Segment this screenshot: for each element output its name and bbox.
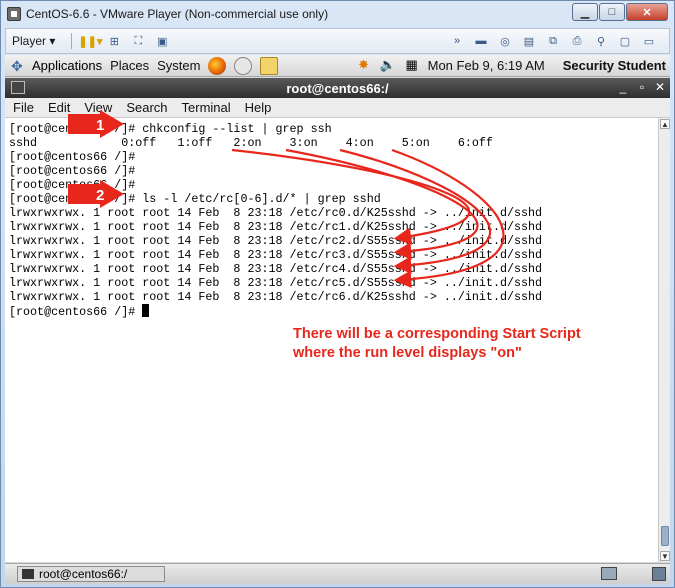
annotation-note: There will be a corresponding Start Scri…: [293, 325, 581, 363]
terminal-line: lrwxrwxrwx. 1 root root 14 Feb 8 23:18 /…: [9, 262, 543, 276]
terminal-line: lrwxrwxrwx. 1 root root 14 Feb 8 23:18 /…: [9, 290, 543, 304]
terminal-line: [root@centos66 /]#: [9, 150, 136, 164]
gnome-bottom-panel: root@centos66:/: [5, 563, 670, 584]
text-editor-icon[interactable]: [260, 56, 279, 75]
close-button[interactable]: ✕: [626, 3, 668, 21]
sound-device-icon[interactable]: ▢: [617, 34, 633, 48]
workspace-switcher-icon[interactable]: [652, 567, 666, 581]
terminal-line: [root@centos66 /]# ls -l /etc/rc[0-6].d/…: [9, 192, 381, 206]
terminal-icon: [22, 569, 34, 579]
gnome-top-panel: ✥ Applications Places System ✸ 🔈 ▦ Mon F…: [5, 55, 670, 77]
terminal-line: lrwxrwxrwx. 1 root root 14 Feb 8 23:18 /…: [9, 206, 543, 220]
send-ctrl-alt-del-icon[interactable]: ⊞: [106, 34, 122, 48]
system-menu[interactable]: System: [157, 58, 200, 73]
menu-file[interactable]: File: [13, 100, 34, 115]
gnome-foot-icon: ✥: [11, 57, 23, 74]
places-menu[interactable]: Places: [110, 58, 149, 73]
vmware-player-window: CentOS-6.6 - VMware Player (Non-commerci…: [0, 0, 675, 588]
clock[interactable]: Mon Feb 9, 6:19 AM: [428, 58, 545, 73]
terminal-line: [root@centos66 /]# chkconfig --list | gr…: [9, 122, 332, 136]
menu-edit[interactable]: Edit: [48, 100, 70, 115]
message-log-icon[interactable]: ▭: [641, 34, 657, 48]
applications-label: Applications: [32, 58, 103, 73]
menu-search[interactable]: Search: [126, 100, 167, 115]
terminal-scrollbar[interactable]: ▲ ▼: [658, 118, 670, 562]
terminal-minimize-button[interactable]: _: [616, 80, 630, 94]
note-line-2: where the run level displays "on": [293, 345, 522, 361]
terminal-window-menu-icon[interactable]: [11, 81, 25, 94]
vmware-logo-icon: [7, 7, 21, 21]
guest-screen: ✥ Applications Places System ✸ 🔈 ▦ Mon F…: [5, 55, 670, 584]
terminal-line: sshd 0:off 1:off 2:on 3:on 4:on 5:on 6:o…: [9, 136, 493, 150]
terminal-line: lrwxrwxrwx. 1 root root 14 Feb 8 23:18 /…: [9, 276, 543, 290]
terminal-close-button[interactable]: ✕: [653, 80, 667, 94]
network-settings-icon[interactable]: [234, 56, 253, 75]
note-line-1: There will be a corresponding Start Scri…: [293, 326, 581, 342]
terminal-line: lrwxrwxrwx. 1 root root 14 Feb 8 23:18 /…: [9, 220, 543, 234]
terminal-menubar: File Edit View Search Terminal Help: [5, 98, 670, 118]
taskbar-item-label: root@centos66:/: [39, 567, 128, 581]
vmware-toolbar: Player ▾ ❚❚▾ ⊞ ⛶ ▣ » ▬ ◎ ▤ ⧉ ⎙ ⚲ ▢ ▭: [5, 28, 670, 54]
terminal-cursor: [142, 304, 150, 317]
network-status-icon[interactable]: ▦: [404, 57, 420, 73]
scroll-thumb[interactable]: [661, 526, 669, 546]
menu-terminal[interactable]: Terminal: [182, 100, 231, 115]
hard-disk-icon[interactable]: ▬: [473, 34, 489, 48]
terminal-line: [root@centos66 /]#: [9, 178, 136, 192]
volume-icon[interactable]: 🔈: [380, 57, 396, 73]
user-menu[interactable]: Security Student: [563, 58, 666, 73]
show-desktop-icon[interactable]: [601, 567, 617, 580]
menu-help[interactable]: Help: [245, 100, 272, 115]
terminal-prompt-line: [root@centos66 /]#: [9, 304, 150, 319]
terminal-line: lrwxrwxrwx. 1 root root 14 Feb 8 23:18 /…: [9, 234, 543, 248]
terminal-titlebar: root@centos66:/ _ ▫ ✕: [5, 78, 670, 98]
terminal-title: root@centos66:/: [286, 80, 389, 96]
floppy-icon[interactable]: ▤: [521, 34, 537, 48]
toolbar-divider: [71, 33, 73, 49]
taskbar-terminal-item[interactable]: root@centos66:/: [17, 566, 165, 582]
usb-icon[interactable]: ⚲: [593, 34, 609, 48]
fullscreen-icon[interactable]: ⛶: [130, 34, 146, 48]
printer-icon[interactable]: ⎙: [569, 34, 585, 48]
terminal-prompt: [root@centos66 /]#: [9, 305, 143, 319]
scroll-up-arrow-icon[interactable]: ▲: [660, 119, 670, 129]
vmware-titlebar: CentOS-6.6 - VMware Player (Non-commerci…: [1, 1, 674, 27]
firefox-icon[interactable]: [208, 56, 227, 75]
terminal-maximize-button[interactable]: ▫: [635, 80, 649, 94]
unity-icon[interactable]: ▣: [154, 34, 170, 48]
applications-menu[interactable]: ✥ Applications: [11, 58, 102, 74]
update-notifier-icon[interactable]: ✸: [356, 57, 372, 73]
more-devices-icon[interactable]: »: [449, 34, 465, 48]
cd-drive-icon[interactable]: ◎: [497, 34, 513, 48]
terminal-line: lrwxrwxrwx. 1 root root 14 Feb 8 23:18 /…: [9, 248, 543, 262]
scroll-down-arrow-icon[interactable]: ▼: [660, 551, 670, 561]
pause-icon[interactable]: ❚❚▾: [78, 34, 102, 48]
menu-view[interactable]: View: [84, 100, 112, 115]
minimize-button[interactable]: ▁: [572, 3, 598, 21]
maximize-button[interactable]: □: [599, 3, 625, 21]
network-icon[interactable]: ⧉: [545, 34, 561, 48]
player-menu[interactable]: Player ▾: [12, 34, 55, 48]
window-title: CentOS-6.6 - VMware Player (Non-commerci…: [26, 7, 329, 21]
terminal-line: [root@centos66 /]#: [9, 164, 136, 178]
